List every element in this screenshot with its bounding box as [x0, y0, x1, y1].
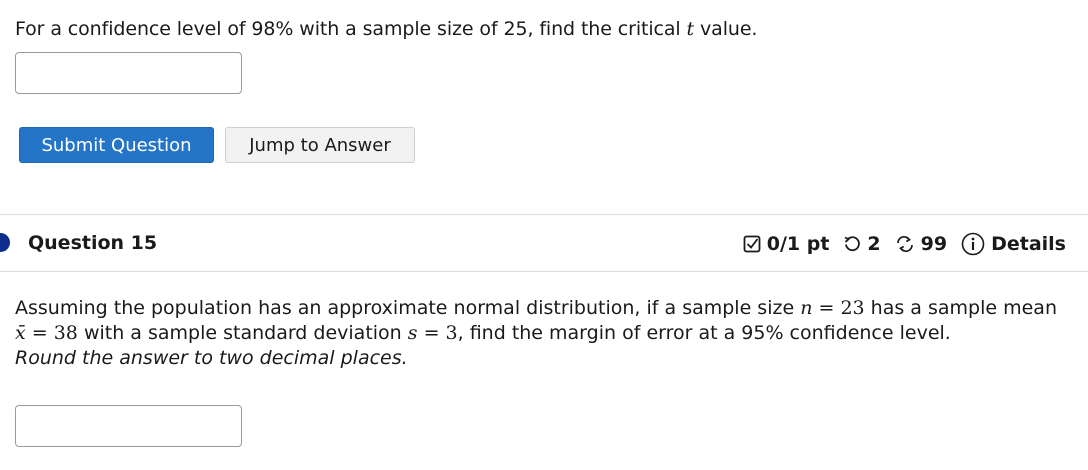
question-14-answer-input[interactable]	[15, 52, 242, 94]
question-15-answer-input[interactable]	[15, 405, 242, 447]
question-15-text-part1: Assuming the population has an approxima…	[15, 297, 801, 319]
question-15-text-part2: has a sample mean	[864, 297, 1057, 319]
question-status-dot	[0, 233, 10, 252]
question-15-text: Assuming the population has an approxima…	[15, 296, 1070, 371]
question-15-title: Question 15	[28, 232, 158, 254]
std-dev-variable: s	[407, 322, 418, 344]
retries-count: 2	[867, 233, 881, 255]
sample-size-variable: n	[800, 297, 813, 319]
question-14-text-before: For a confidence level of 98% with a sam…	[15, 18, 687, 40]
std-dev-value: = 3	[417, 322, 458, 344]
section-divider-bottom	[0, 271, 1088, 272]
question-14-text-after: value.	[694, 18, 758, 40]
details-link[interactable]: Details	[991, 233, 1066, 255]
question-14-text: For a confidence level of 98% with a sam…	[15, 18, 757, 40]
jump-to-answer-button[interactable]: Jump to Answer	[225, 127, 415, 163]
critical-t-variable: t	[686, 18, 695, 40]
sample-size-value: = 23	[812, 297, 865, 319]
sample-mean-variable: x̄	[15, 322, 26, 344]
question-15-text-part4: , find the margin of error at a 95% conf…	[457, 322, 951, 344]
submit-question-button[interactable]: Submit Question	[19, 127, 214, 163]
attempts-count: 99	[920, 233, 948, 255]
rounding-instruction: Round the answer to two decimal places.	[15, 347, 408, 369]
retry-icon	[843, 235, 861, 253]
checkbox-icon	[743, 235, 761, 253]
question-15-meta: 0/1 pt 2 99 Details	[743, 232, 1066, 256]
sample-mean-value: = 38	[25, 322, 78, 344]
attempts-icon	[895, 235, 915, 253]
section-divider-top	[0, 214, 1088, 215]
info-icon[interactable]	[961, 232, 985, 256]
question-15-text-part3: with a sample standard deviation	[77, 322, 408, 344]
points-label: 0/1 pt	[766, 233, 830, 255]
